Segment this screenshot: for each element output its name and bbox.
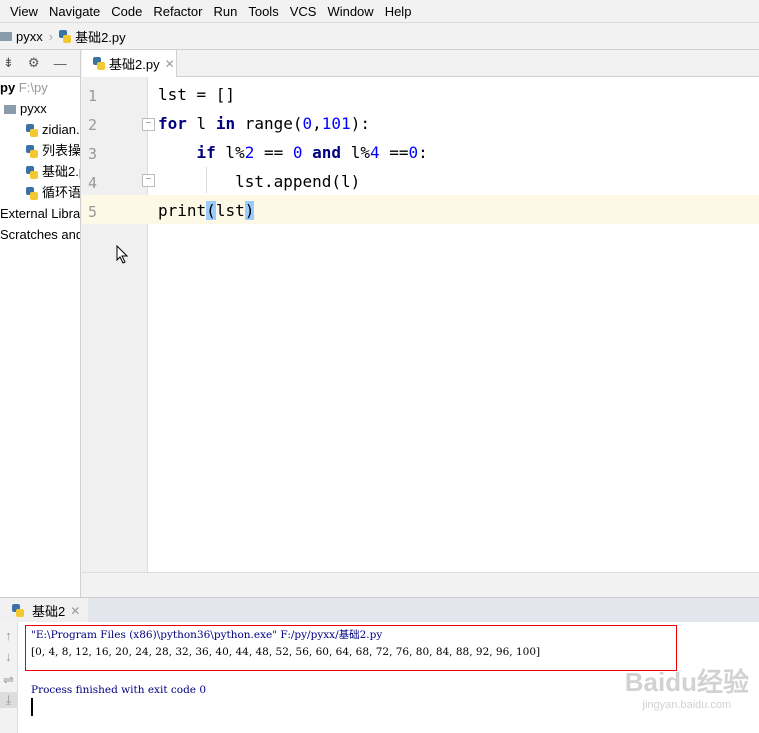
code-line: for l in range(0,101): [158, 114, 370, 133]
tree-file[interactable]: 列表操作.py [0, 140, 80, 161]
menu-view[interactable]: View [10, 4, 38, 19]
code-line: lst = [] [158, 85, 236, 104]
tree-external-libraries[interactable]: External Libraries [0, 203, 80, 224]
code-line: print(lst) [158, 201, 255, 220]
run-tab-label: 基础2 [32, 604, 66, 619]
run-tab-bar: 基础2 ✕ [0, 597, 759, 623]
gear-icon[interactable]: ⚙ [28, 55, 40, 71]
fold-icon[interactable]: − [142, 174, 155, 187]
root-label: py [0, 80, 16, 95]
tree-root[interactable]: py F:\py [0, 77, 80, 98]
menu-tools[interactable]: Tools [248, 4, 278, 19]
file-label: zidian.py [42, 122, 80, 137]
fold-icon[interactable]: − [142, 118, 155, 131]
breadcrumb-folder[interactable]: pyxx [16, 29, 43, 44]
console-exit-message: Process finished with exit code 0 [31, 684, 207, 696]
line-number: 3 [88, 145, 98, 163]
close-icon[interactable]: ✕ [165, 57, 175, 71]
soft-wrap-icon[interactable]: ⇌ [0, 672, 17, 688]
text-cursor [31, 698, 33, 716]
menu-vcs[interactable]: VCS [290, 4, 317, 19]
menu-navigate[interactable]: Navigate [49, 4, 100, 19]
python-file-icon [26, 145, 38, 159]
file-label: 循环语句.py [42, 185, 81, 200]
python-file-icon [26, 187, 38, 201]
python-file-icon [26, 166, 38, 180]
tree-scratches[interactable]: Scratches and Consoles [0, 224, 80, 245]
console-toolbar: ↑ ↓ ⇌ ⤓ [0, 622, 18, 733]
python-file-icon [93, 57, 105, 70]
arrow-up-icon[interactable]: ↑ [0, 628, 17, 643]
breadcrumb: pyxx › 基础2.py [0, 22, 759, 50]
console-output: [0, 4, 8, 12, 16, 20, 24, 28, 32, 36, 40… [31, 646, 541, 658]
chevron-right-icon: › [48, 28, 54, 44]
code-line: if l%2 == 0 and l%4 ==0: [196, 143, 428, 162]
python-icon [12, 604, 24, 617]
line-number: 2 [88, 116, 98, 134]
menu-run[interactable]: Run [213, 4, 237, 19]
mouse-pointer-icon [116, 245, 129, 264]
folder-icon [0, 31, 12, 41]
root-path: F:\py [18, 80, 48, 95]
menu-window[interactable]: Window [327, 4, 373, 19]
line-number: 1 [88, 87, 98, 105]
folder-icon [4, 105, 16, 115]
console-command: "E:\Program Files (x86)\python36\python.… [31, 629, 383, 641]
line-number: 5 [88, 203, 98, 221]
project-toolbar: ⇟ ⚙ — [0, 50, 80, 77]
watermark: Baidu经验 jingyan.baidu.com [625, 662, 749, 711]
editor-bottom-strip [82, 572, 759, 597]
code-editor[interactable]: 1 2 3 4 5 − − lst = [] for l in range(0,… [82, 77, 759, 572]
arrow-down-icon[interactable]: ↓ [0, 649, 17, 664]
menu-bar: View Navigate Code Refactor Run Tools VC… [0, 0, 759, 22]
tree-file[interactable]: zidian.py [0, 119, 80, 140]
editor-tab-bar: 基础2.py ✕ [82, 50, 759, 77]
folder-label: pyxx [20, 101, 47, 116]
line-number: 4 [88, 174, 98, 192]
project-panel: ⇟ ⚙ — py F:\py pyxx zidian.py 列表操作.py 基础… [0, 50, 81, 597]
watermark-brand: Baidu经验 [624, 667, 749, 697]
python-file-icon [26, 124, 38, 138]
menu-refactor[interactable]: Refactor [153, 4, 202, 19]
collapse-all-icon[interactable]: ⇟ [3, 55, 14, 71]
close-icon[interactable]: ✕ [70, 604, 80, 618]
file-label: 列表操作.py [42, 143, 81, 158]
run-tab[interactable]: 基础2 ✕ [0, 598, 88, 623]
breadcrumb-file[interactable]: 基础2.py [75, 27, 126, 46]
run-console[interactable]: ↑ ↓ ⇌ ⤓ "E:\Program Files (x86)\python36… [0, 622, 759, 733]
menu-code[interactable]: Code [111, 4, 142, 19]
scroll-to-end-icon[interactable]: ⤓ [0, 692, 17, 708]
file-label: 基础2.py [42, 164, 80, 179]
minimize-icon[interactable]: — [54, 56, 67, 71]
watermark-url: jingyan.baidu.com [642, 699, 732, 711]
tree-file[interactable]: 循环语句.py [0, 182, 80, 203]
menu-help[interactable]: Help [385, 4, 412, 19]
code-line: lst.append(l) [158, 172, 361, 191]
editor-tab[interactable]: 基础2.py ✕ [82, 50, 177, 77]
tree-file[interactable]: 基础2.py [0, 161, 80, 182]
tree-folder[interactable]: pyxx [0, 98, 80, 119]
tab-label: 基础2.py [109, 57, 160, 72]
python-file-icon [59, 29, 72, 43]
